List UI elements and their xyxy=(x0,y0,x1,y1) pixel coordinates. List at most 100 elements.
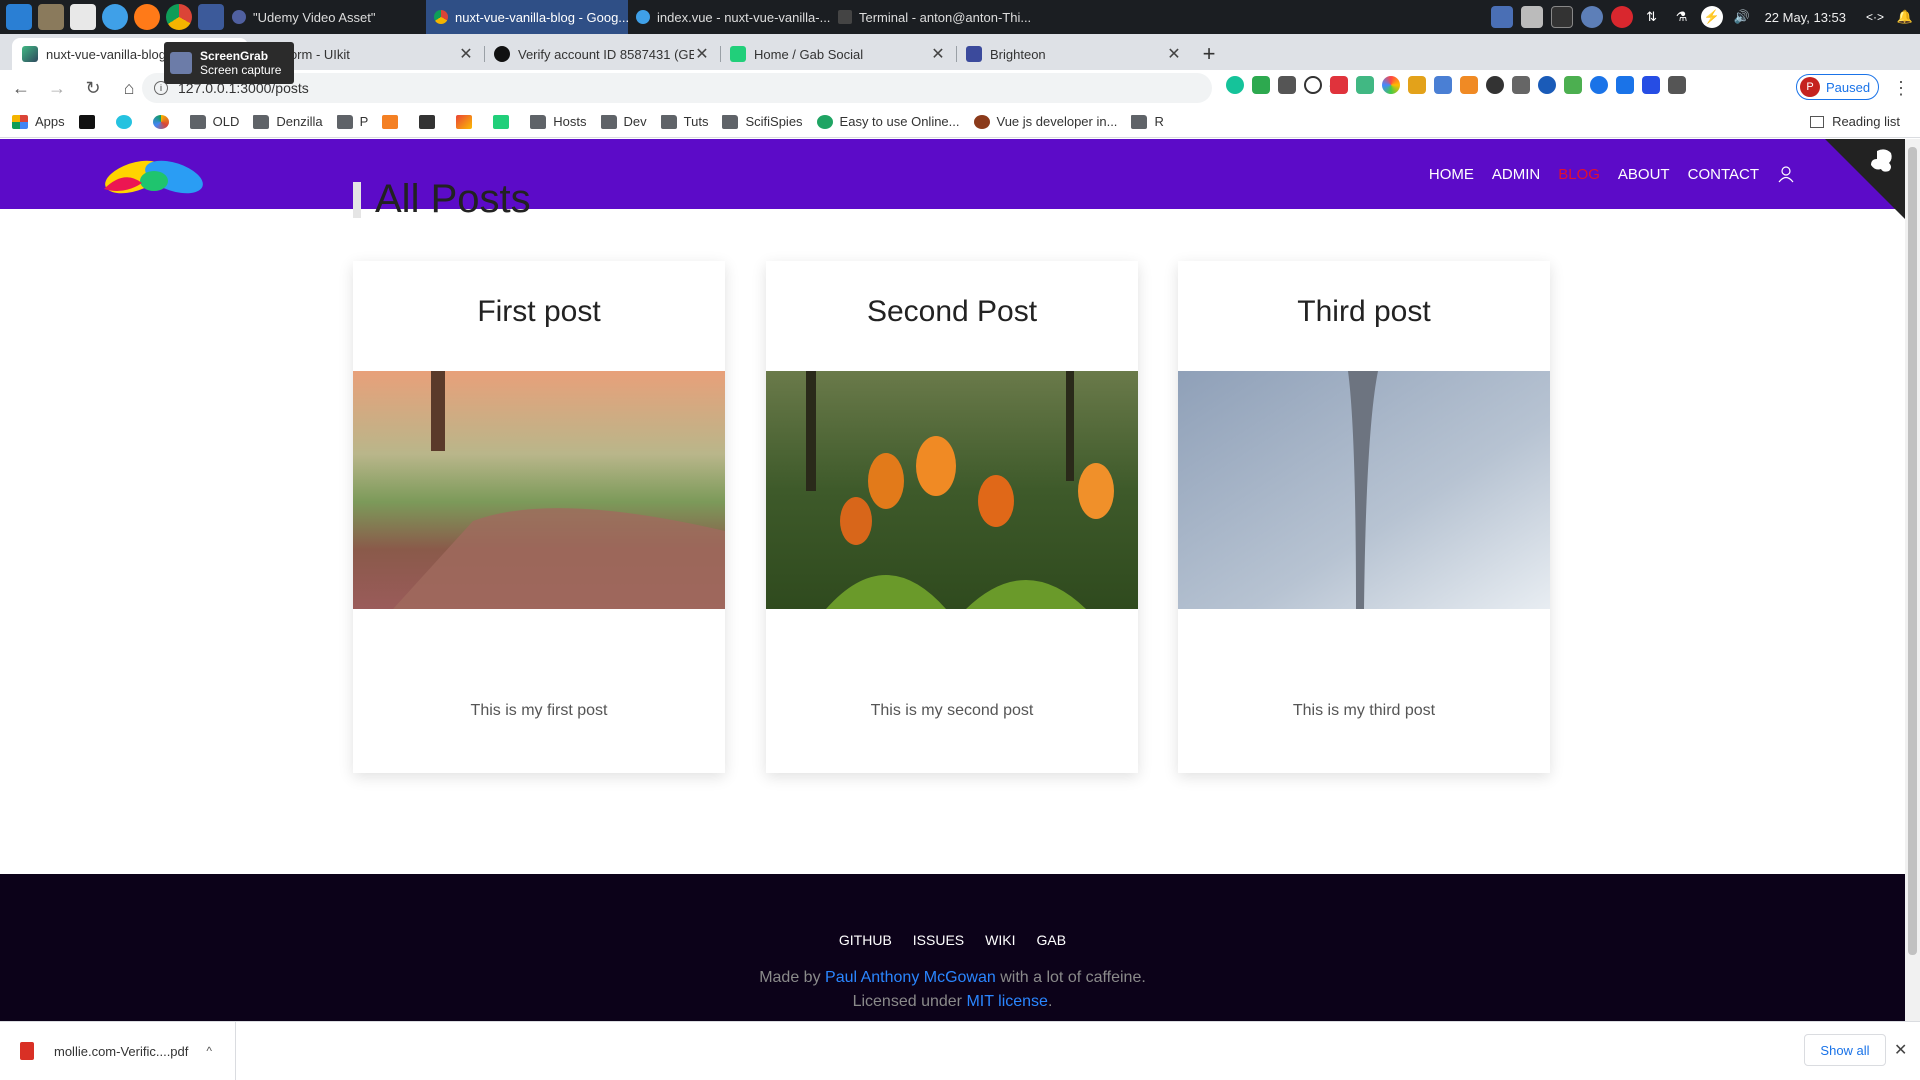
vscode-icon[interactable] xyxy=(102,4,128,30)
nav-home[interactable]: HOME xyxy=(1429,166,1474,183)
bookmark-item[interactable] xyxy=(419,114,442,129)
bookmark-item[interactable] xyxy=(382,114,405,129)
color-picker-icon[interactable] xyxy=(1382,76,1400,94)
nav-contact[interactable]: CONTACT xyxy=(1688,166,1759,183)
download-item[interactable]: mollie.com-Verific....pdf ^ xyxy=(0,1022,236,1080)
network-transfer-icon[interactable]: ⇅ xyxy=(1641,6,1663,28)
bookmark-item[interactable] xyxy=(78,114,102,129)
bookmark-folder-p[interactable]: P xyxy=(336,114,368,129)
close-icon[interactable]: ✕ xyxy=(1894,1040,1907,1060)
author-link[interactable]: Paul Anthony McGowan xyxy=(825,969,996,986)
terminal-icon[interactable] xyxy=(1550,6,1573,28)
notifications-icon[interactable]: 🔔 xyxy=(1894,6,1916,28)
home-icon[interactable]: ⌂ xyxy=(114,73,144,103)
nav-about[interactable]: ABOUT xyxy=(1618,166,1670,183)
post-title[interactable]: Second Post xyxy=(766,295,1138,329)
extensions-puzzle-icon[interactable] xyxy=(1668,76,1686,94)
chrome-icon[interactable] xyxy=(166,4,192,30)
page-scrollbar[interactable] xyxy=(1905,139,1920,1021)
archive-app-icon[interactable] xyxy=(38,4,64,30)
extension-icon[interactable] xyxy=(1460,76,1478,94)
tab-gab-social[interactable]: Home / Gab Social ✕ xyxy=(720,38,956,70)
browser-menu-icon[interactable]: ⋮ xyxy=(1892,78,1910,99)
task-udemy-video-asset[interactable]: "Udemy Video Asset" xyxy=(224,0,426,34)
extension-icon[interactable] xyxy=(1434,76,1452,94)
reading-list-button[interactable]: Reading list xyxy=(1810,114,1900,129)
bookmark-apps[interactable]: Apps xyxy=(12,114,65,129)
bookmark-item[interactable] xyxy=(493,114,516,129)
new-tab-button[interactable]: + xyxy=(1192,38,1226,70)
clock[interactable]: 22 May, 13:53 xyxy=(1765,10,1846,25)
extension-icon[interactable] xyxy=(1564,76,1582,94)
extension-icon[interactable] xyxy=(1408,76,1426,94)
mega-icon[interactable] xyxy=(1610,6,1633,28)
bookmark-folder-tuts[interactable]: Tuts xyxy=(660,114,708,129)
show-all-button[interactable]: Show all xyxy=(1804,1034,1886,1066)
bookmark-folder-old[interactable]: OLD xyxy=(189,114,239,129)
download-icon[interactable] xyxy=(1512,76,1530,94)
extension-icon[interactable] xyxy=(1486,76,1504,94)
extension-icon[interactable] xyxy=(1538,76,1556,94)
site-logo[interactable] xyxy=(102,155,208,195)
extension-icon[interactable] xyxy=(1330,76,1348,94)
bookmark-folder-r[interactable]: R xyxy=(1131,114,1164,129)
flask-icon[interactable]: ⚗ xyxy=(1671,6,1693,28)
grammarly-icon[interactable] xyxy=(1226,76,1244,94)
back-icon[interactable]: ← xyxy=(6,73,36,103)
github-corner[interactable] xyxy=(1825,139,1905,219)
close-tab-icon[interactable]: ✕ xyxy=(1166,44,1182,64)
footer-link-gab[interactable]: GAB xyxy=(1037,932,1067,948)
profile-button[interactable]: P Paused xyxy=(1796,74,1880,100)
user-icon[interactable] xyxy=(1777,165,1795,183)
post-card[interactable]: Third post This is my third post xyxy=(1178,261,1550,773)
scrollbar-thumb[interactable] xyxy=(1908,147,1917,955)
tab-verify-account[interactable]: Verify account ID 8587431 (GB ✕ xyxy=(484,38,720,70)
tab-brighteon[interactable]: Brighteon ✕ xyxy=(956,38,1192,70)
license-link[interactable]: MIT license xyxy=(966,993,1048,1010)
close-tab-icon[interactable]: ✕ xyxy=(458,44,474,64)
screen-icon[interactable] xyxy=(1490,6,1513,28)
post-image-autumn-path[interactable] xyxy=(353,371,725,609)
info-icon[interactable] xyxy=(1616,76,1634,94)
task-index-vue[interactable]: index.vue - nuxt-vue-vanilla-... xyxy=(628,0,830,34)
search-icon[interactable] xyxy=(1590,76,1608,94)
close-tab-icon[interactable]: ✕ xyxy=(694,44,710,64)
post-image-tulips[interactable] xyxy=(766,371,1138,609)
vue-devtools-icon[interactable] xyxy=(1356,76,1374,94)
bookmark-folder-dev[interactable]: Dev xyxy=(600,114,647,129)
kde-menu-icon[interactable] xyxy=(6,4,32,30)
bookmark-folder-denzilla[interactable]: Denzilla xyxy=(253,114,323,129)
bookmark-folder-scifispies[interactable]: ScifiSpies xyxy=(722,114,803,129)
bookmark-easy-to-use[interactable]: Easy to use Online... xyxy=(816,114,960,129)
footer-link-wiki[interactable]: WIKI xyxy=(985,932,1015,948)
footer-link-github[interactable]: GITHUB xyxy=(839,932,892,948)
bookmark-item[interactable] xyxy=(115,114,139,129)
address-bar[interactable]: i 127.0.0.1:3000/posts ☆ xyxy=(142,73,1342,103)
post-card[interactable]: First post This is my first post xyxy=(353,261,725,773)
footer-link-issues[interactable]: ISSUES xyxy=(913,932,964,948)
post-title[interactable]: First post xyxy=(353,295,725,329)
firefox-icon[interactable] xyxy=(134,4,160,30)
screengrab-icon[interactable] xyxy=(198,4,224,30)
expand-icon[interactable]: <·> xyxy=(1864,6,1886,28)
folder-icon[interactable] xyxy=(1520,6,1543,28)
volume-icon[interactable]: 🔊 xyxy=(1731,6,1753,28)
nav-blog[interactable]: BLOG xyxy=(1558,166,1600,183)
post-image-sky-tower[interactable] xyxy=(1178,371,1550,609)
bookmark-item[interactable] xyxy=(152,114,176,129)
vpn-icon[interactable] xyxy=(1580,6,1603,28)
power-icon[interactable]: ⚡ xyxy=(1700,6,1723,28)
task-chrome-blog[interactable]: nuxt-vue-vanilla-blog - Goog... xyxy=(426,0,628,34)
nav-admin[interactable]: ADMIN xyxy=(1492,166,1540,183)
bookmark-item[interactable] xyxy=(456,114,479,129)
reload-icon[interactable]: ↻ xyxy=(78,73,108,103)
text-editor-icon[interactable] xyxy=(70,4,96,30)
forward-icon[interactable]: → xyxy=(42,73,72,103)
post-card[interactable]: Second Post This is my second post xyxy=(766,261,1138,773)
extension-icon[interactable] xyxy=(1252,76,1270,94)
magnifier-icon[interactable] xyxy=(1304,76,1322,94)
bookmark-vue-developer[interactable]: Vue js developer in... xyxy=(973,114,1117,129)
bookmark-folder-hosts[interactable]: Hosts xyxy=(530,114,587,129)
chevron-up-icon[interactable]: ^ xyxy=(206,1044,212,1058)
css-icon[interactable] xyxy=(1642,76,1660,94)
